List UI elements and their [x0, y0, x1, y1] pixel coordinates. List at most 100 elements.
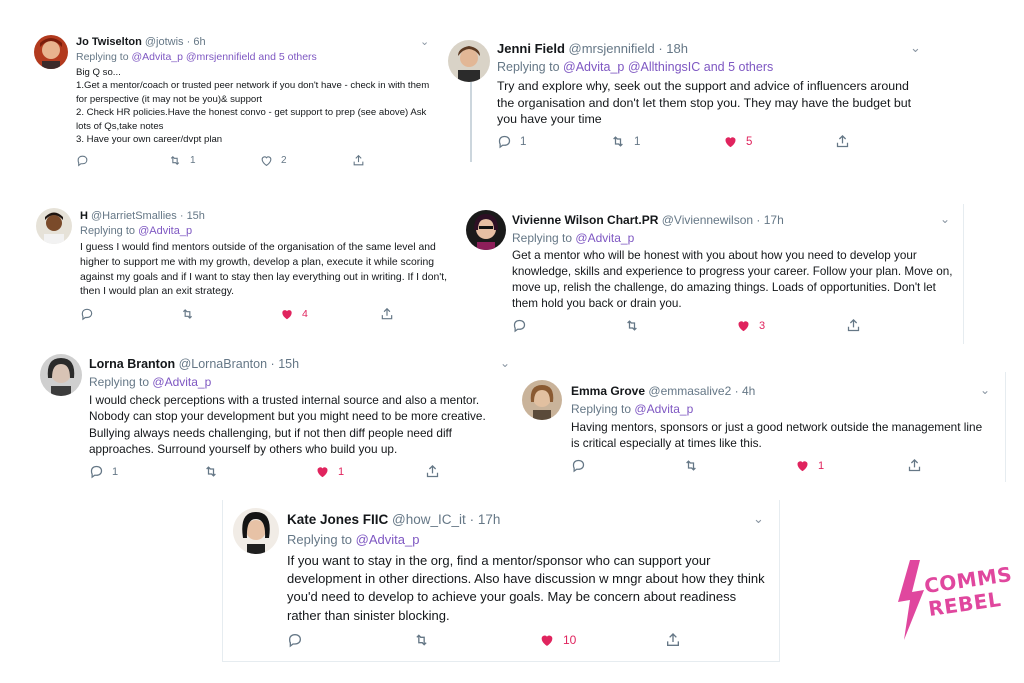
like-button[interactable]: 1	[315, 464, 425, 479]
like-button[interactable]: 1	[795, 458, 907, 473]
author-handle[interactable]: @mrsjennifield	[569, 41, 655, 56]
tweet-card[interactable]: Emma Grove @emmasalive2 · 4h ⌄ Replying …	[516, 372, 1006, 482]
share-icon	[381, 307, 393, 320]
action-bar: 1	[571, 458, 1005, 473]
tweet-card[interactable]: Jenni Field @mrsjennifield · 18h ⌄ Reply…	[440, 30, 936, 162]
share-button[interactable]	[835, 134, 850, 149]
reply-button[interactable]: 1	[497, 134, 610, 149]
tweet-card[interactable]: Jo Twiselton @jotwis · 6h ⌄ Replying to …	[28, 30, 440, 176]
replying-to: Replying to @Advita_p	[512, 231, 634, 245]
author-handle[interactable]: @emmasalive2	[648, 384, 731, 398]
avatar[interactable]	[36, 208, 72, 244]
reply-button[interactable]: 1	[89, 464, 203, 479]
retweet-button[interactable]	[683, 458, 795, 473]
share-button[interactable]	[907, 458, 922, 473]
avatar[interactable]	[34, 35, 68, 69]
tweet-card[interactable]: Vivienne Wilson Chart.PR @Viviennewilson…	[458, 204, 964, 344]
replying-mentions[interactable]: @Advita_p @mrsjennifield and 5 others	[131, 51, 316, 63]
chevron-down-icon[interactable]: ⌄	[940, 212, 950, 226]
reply-button[interactable]	[80, 307, 180, 321]
replying-to: Replying to @Advita_p	[89, 375, 211, 389]
timestamp[interactable]: 6h	[193, 36, 205, 48]
separator: ·	[270, 357, 275, 371]
replying-to: Replying to @Advita_p	[80, 225, 192, 238]
replying-label: Replying to	[497, 60, 560, 74]
chevron-down-icon[interactable]: ⌄	[910, 40, 921, 56]
retweet-button[interactable]	[413, 632, 539, 648]
action-bar: 4	[80, 307, 468, 321]
timestamp[interactable]: 17h	[478, 512, 501, 527]
retweet-button[interactable]	[180, 307, 280, 321]
share-button[interactable]	[846, 318, 861, 333]
share-button[interactable]	[380, 307, 394, 321]
share-button[interactable]	[352, 154, 365, 167]
share-button[interactable]	[665, 632, 681, 648]
tweet-text: Get a mentor who will be honest with you…	[512, 249, 953, 310]
chevron-down-icon[interactable]: ⌄	[500, 356, 510, 370]
author-name[interactable]: Emma Grove	[571, 384, 645, 398]
timestamp[interactable]: 18h	[666, 41, 688, 56]
avatar[interactable]	[233, 508, 279, 554]
comms-rebel-logo: COMMS REBEL	[896, 560, 1014, 650]
like-button[interactable]: 5	[723, 134, 835, 149]
replying-mentions[interactable]: @Advita_p	[152, 375, 211, 389]
author-name[interactable]: Kate Jones FIIC	[287, 512, 388, 527]
heart-filled-icon	[797, 461, 808, 472]
retweet-button[interactable]	[624, 318, 736, 333]
author-handle[interactable]: @jotwis	[145, 36, 184, 48]
retweet-button[interactable]: 1	[610, 134, 723, 149]
share-button[interactable]	[425, 464, 440, 479]
retweet-count: 1	[634, 135, 641, 148]
timestamp[interactable]: 15h	[187, 210, 205, 222]
avatar[interactable]	[448, 40, 490, 82]
author-handle[interactable]: @how_IC_it	[392, 512, 466, 527]
tweet-text: Try and explore why, seek out the suppor…	[497, 79, 912, 126]
retweet-button[interactable]: 1	[168, 154, 260, 167]
author-handle[interactable]: @Viviennewilson	[662, 213, 753, 227]
author-name[interactable]: Vivienne Wilson Chart.PR	[512, 213, 658, 227]
chevron-down-icon[interactable]: ⌄	[980, 383, 990, 397]
retweet-button[interactable]	[203, 464, 315, 479]
like-count: 4	[302, 308, 308, 320]
tweet-card[interactable]: H @HarrietSmallies · 15h Replying to @Ad…	[28, 204, 468, 332]
reply-button[interactable]	[512, 318, 624, 333]
tweet-text: I would check perceptions with a trusted…	[89, 393, 486, 456]
reply-button[interactable]	[571, 458, 683, 473]
share-icon	[426, 464, 439, 478]
share-icon	[667, 633, 679, 646]
like-button[interactable]: 10	[539, 632, 665, 648]
tweet-card[interactable]: Kate Jones FIIC @how_IC_it · 17h ⌄ Reply…	[222, 500, 780, 662]
action-bar: 10	[287, 632, 779, 648]
replying-mentions[interactable]: @Advita_p	[634, 402, 693, 416]
author-handle[interactable]: @LornaBranton	[179, 357, 267, 371]
chevron-down-icon[interactable]: ⌄	[753, 511, 764, 527]
replying-mentions[interactable]: @Advita_p	[356, 532, 420, 547]
replying-mentions[interactable]: @Advita_p	[138, 225, 192, 237]
share-icon	[847, 318, 860, 332]
chevron-down-icon[interactable]: ⌄	[420, 35, 429, 48]
timestamp[interactable]: 4h	[742, 384, 755, 398]
avatar[interactable]	[522, 380, 562, 420]
author-handle[interactable]: @HarrietSmallies	[91, 210, 177, 222]
tweet-header: Emma Grove @emmasalive2 · 4h	[571, 384, 755, 398]
author-name[interactable]: H	[80, 210, 88, 222]
like-button[interactable]: 2	[260, 154, 352, 167]
like-button[interactable]: 3	[736, 318, 846, 333]
reply-button[interactable]	[76, 154, 168, 167]
replying-mentions[interactable]: @Advita_p @AllthingsIC and 5 others	[563, 60, 773, 74]
replying-to: Replying to @Advita_p @mrsjennifield and…	[76, 51, 317, 64]
avatar[interactable]	[40, 354, 82, 396]
retweet-icon	[613, 136, 623, 147]
avatar[interactable]	[466, 210, 506, 250]
author-name[interactable]: Jenni Field	[497, 41, 565, 56]
timestamp[interactable]: 15h	[278, 357, 299, 371]
timestamp[interactable]: 17h	[764, 213, 784, 227]
separator: ·	[658, 41, 663, 56]
author-name[interactable]: Jo Twiselton	[76, 36, 142, 48]
like-button[interactable]: 4	[280, 307, 380, 321]
tweet-card[interactable]: Lorna Branton @LornaBranton · 15h ⌄ Repl…	[30, 348, 518, 488]
action-bar: 1 1 5	[497, 134, 936, 149]
reply-button[interactable]	[287, 632, 413, 648]
author-name[interactable]: Lorna Branton	[89, 357, 175, 371]
replying-mentions[interactable]: @Advita_p	[575, 231, 634, 245]
